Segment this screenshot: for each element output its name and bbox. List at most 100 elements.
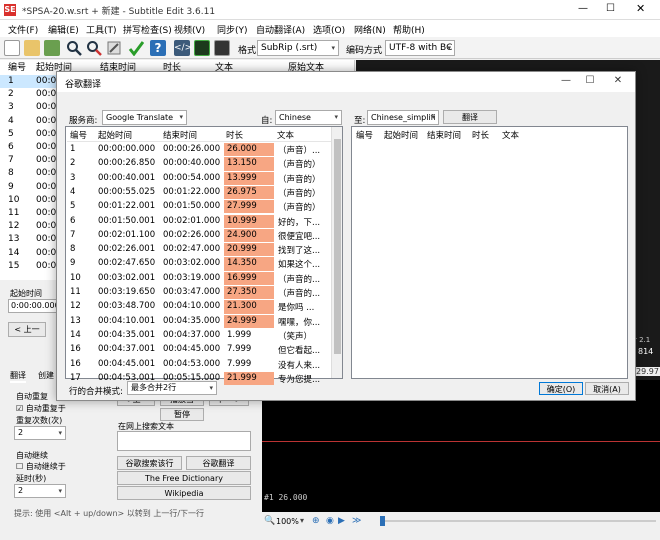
zoom-out-icon[interactable]: 🔍 — [264, 516, 275, 526]
menu-help[interactable]: 帮助(H) — [393, 23, 425, 36]
menu-spellcheck[interactable]: 拼写检查(S) — [123, 23, 172, 36]
src-header-number[interactable]: 编号 — [70, 129, 87, 141]
table-row[interactable]: 16 00:04:45.001 00:04:53.000 7.999 没有人来... — [67, 358, 331, 372]
table-row[interactable]: 13 00:04:10.001 00:04:35.000 24.999 嘿嘿，你... — [67, 314, 331, 329]
close-icon[interactable]: ✕ — [636, 2, 645, 15]
help-icon[interactable]: ? — [150, 40, 166, 56]
table-row[interactable]: 10 00:03:02.001 00:03:19.000 16.999 （声音的... — [67, 271, 331, 286]
repeat-count-select[interactable]: 2 ▾ — [14, 426, 66, 440]
table-row[interactable]: 2 00:00:26.850 00:00:40.000 13.150 （声音的） — [67, 157, 331, 171]
source-grid-scrollbar[interactable] — [331, 127, 342, 378]
from-language-select[interactable]: Chinese ▾ — [275, 110, 342, 125]
table-row[interactable]: 5 00:01:22.001 00:01:50.000 27.999 （声音的） — [67, 200, 331, 214]
video-toggle-icon[interactable] — [214, 40, 230, 56]
src-header-end[interactable]: 结束时间 — [163, 129, 197, 141]
sync-icon[interactable]: ◉ — [326, 516, 334, 526]
search-web-input[interactable] — [117, 431, 251, 451]
dst-header-end[interactable]: 结束时间 — [427, 129, 461, 141]
translated-lines-grid[interactable]: 编号 起始时间 结束时间 时长 文本 — [351, 126, 628, 379]
table-row[interactable]: 9 00:02 — [0, 181, 62, 194]
menu-file[interactable]: 文件(F) — [8, 23, 38, 36]
find-icon[interactable] — [66, 40, 82, 56]
table-row[interactable]: 1 00:00:00.000 00:00:26.000 26.000 （声音）... — [67, 143, 331, 157]
save-download-icon[interactable] — [44, 40, 60, 56]
dst-header-number[interactable]: 编号 — [356, 129, 373, 141]
menu-video[interactable]: 视频(V) — [174, 23, 205, 36]
to-language-select[interactable]: Chinese_simplifi ▾ — [367, 110, 439, 125]
dst-header-start[interactable]: 起始时间 — [384, 129, 418, 141]
fix-errors-icon[interactable] — [106, 40, 122, 56]
maximize-icon[interactable]: ☐ — [606, 3, 615, 14]
table-row[interactable]: 6 00:01:50.001 00:02:01.000 10.999 好的，下... — [67, 214, 331, 229]
table-row[interactable]: 4 00:00 — [0, 115, 62, 128]
free-dictionary-button[interactable]: The Free Dictionary — [117, 471, 251, 485]
table-row[interactable]: 1 00:00 — [0, 75, 62, 88]
google-search-line-button[interactable]: 谷歌搜索该行 — [117, 456, 182, 470]
new-file-icon[interactable] — [4, 40, 20, 56]
table-row[interactable]: 7 00:02:01.100 00:02:26.000 24.900 很便宜吧... — [67, 228, 331, 243]
service-select[interactable]: Google Translate V1▾ — [102, 110, 187, 135]
dst-header-duration[interactable]: 时长 — [472, 129, 489, 141]
table-row[interactable]: 3 00:00 — [0, 101, 62, 114]
format-select[interactable]: SubRip (.srt) ▾ — [257, 40, 339, 56]
menu-edit[interactable]: 编辑(E) — [48, 23, 79, 36]
cancel-button[interactable]: 取消(A) — [585, 382, 629, 395]
grid-header-number[interactable]: 编号 — [8, 60, 26, 74]
table-row[interactable]: 8 00:02 — [0, 167, 62, 180]
chevron-down-icon[interactable]: ▾ — [300, 516, 304, 525]
main-prev-button[interactable]: < 上一 — [8, 322, 46, 337]
table-row[interactable]: 11 00:03:19.650 00:03:47.000 27.350 （声音的... — [67, 286, 331, 300]
google-translate-button[interactable]: 谷歌翻译 — [186, 456, 251, 470]
delay-select[interactable]: 2 ▾ — [14, 484, 66, 498]
source-view-icon[interactable]: </> — [174, 40, 192, 56]
source-lines-grid[interactable]: 编号 起始时间 结束时间 时长 文本 1 00:00:00.000 00:00:26… — [65, 126, 343, 386]
table-row[interactable]: 14 00:04:35.001 00:04:37.000 1.999 （笑声） — [67, 329, 331, 343]
play-icon[interactable]: ▶ — [338, 516, 345, 526]
src-header-text[interactable]: 文本 — [277, 129, 294, 141]
dst-header-text[interactable]: 文本 — [502, 129, 519, 141]
minimize-icon[interactable]: — — [557, 75, 575, 86]
src-header-duration[interactable]: 时长 — [226, 129, 243, 141]
auto-repeat-checkbox[interactable]: ☑ 自动重复于 — [16, 403, 66, 414]
table-row[interactable]: 4 00:00:55.025 00:01:22.000 26.975 （声音的） — [67, 185, 331, 200]
replace-icon[interactable] — [86, 40, 102, 56]
table-row[interactable]: 5 00:01 — [0, 128, 62, 141]
spellcheck-icon[interactable] — [128, 40, 145, 57]
src-header-start[interactable]: 起始时间 — [98, 129, 132, 141]
table-row[interactable]: 12 00:03:48.700 00:04:10.000 21.300 是你吗 ... — [67, 300, 331, 314]
tab-create[interactable]: 创建 — [38, 370, 54, 381]
table-row[interactable]: 9 00:02:47.650 00:03:02.000 14.350 如果这个... — [67, 257, 331, 271]
zoom-value[interactable]: 100% — [276, 517, 299, 526]
encoding-select[interactable]: UTF-8 with BC ▾ — [385, 40, 455, 56]
menu-autotranslate[interactable]: 自动翻译(A) — [256, 23, 305, 36]
table-row[interactable]: 10 00:03 — [0, 194, 62, 207]
table-row[interactable]: 12 00:03 — [0, 220, 62, 233]
waveform-toggle-icon[interactable] — [194, 40, 210, 56]
table-row[interactable]: 15 00:04 — [0, 260, 62, 273]
open-folder-icon[interactable] — [24, 40, 40, 56]
minimize-icon[interactable]: — — [578, 3, 588, 14]
menu-sync[interactable]: 同步(Y) — [217, 23, 248, 36]
menu-network[interactable]: 网络(N) — [354, 23, 386, 36]
auto-continue-checkbox[interactable]: ☐ 自动继续于 — [16, 461, 66, 472]
table-row[interactable]: 7 00:02 — [0, 154, 62, 167]
position-slider-thumb[interactable] — [380, 516, 385, 526]
zoom-in-icon[interactable]: ⊕ — [312, 516, 320, 526]
wikipedia-button[interactable]: Wikipedia — [117, 486, 251, 500]
table-row[interactable]: 8 00:02:26.001 00:02:47.000 20.999 找到了这... — [67, 243, 331, 257]
table-row[interactable]: 16 00:04:37.001 00:04:45.000 7.999 但它看起... — [67, 343, 331, 357]
ok-button[interactable]: 确定(O) — [539, 382, 583, 395]
table-row[interactable]: 14 00:04 — [0, 247, 62, 260]
translate-button[interactable]: 翻译 — [443, 110, 497, 124]
merge-mode-select[interactable]: 最多合并2行 ▾ — [127, 381, 217, 395]
table-row[interactable]: 2 00:00 — [0, 88, 62, 101]
position-slider-track[interactable] — [380, 520, 656, 522]
maximize-icon[interactable]: ☐ — [581, 75, 599, 86]
table-row[interactable]: 13 00:04 — [0, 233, 62, 246]
close-icon[interactable]: ✕ — [609, 75, 627, 86]
table-row[interactable]: 11 00:03 — [0, 207, 62, 220]
menu-options[interactable]: 选项(O) — [313, 23, 345, 36]
table-row[interactable]: 3 00:00:40.001 00:00:54.000 13.999 （声音的） — [67, 171, 331, 186]
menu-tools[interactable]: 工具(T) — [86, 23, 117, 36]
tab-translate[interactable]: 翻译 — [10, 370, 26, 383]
